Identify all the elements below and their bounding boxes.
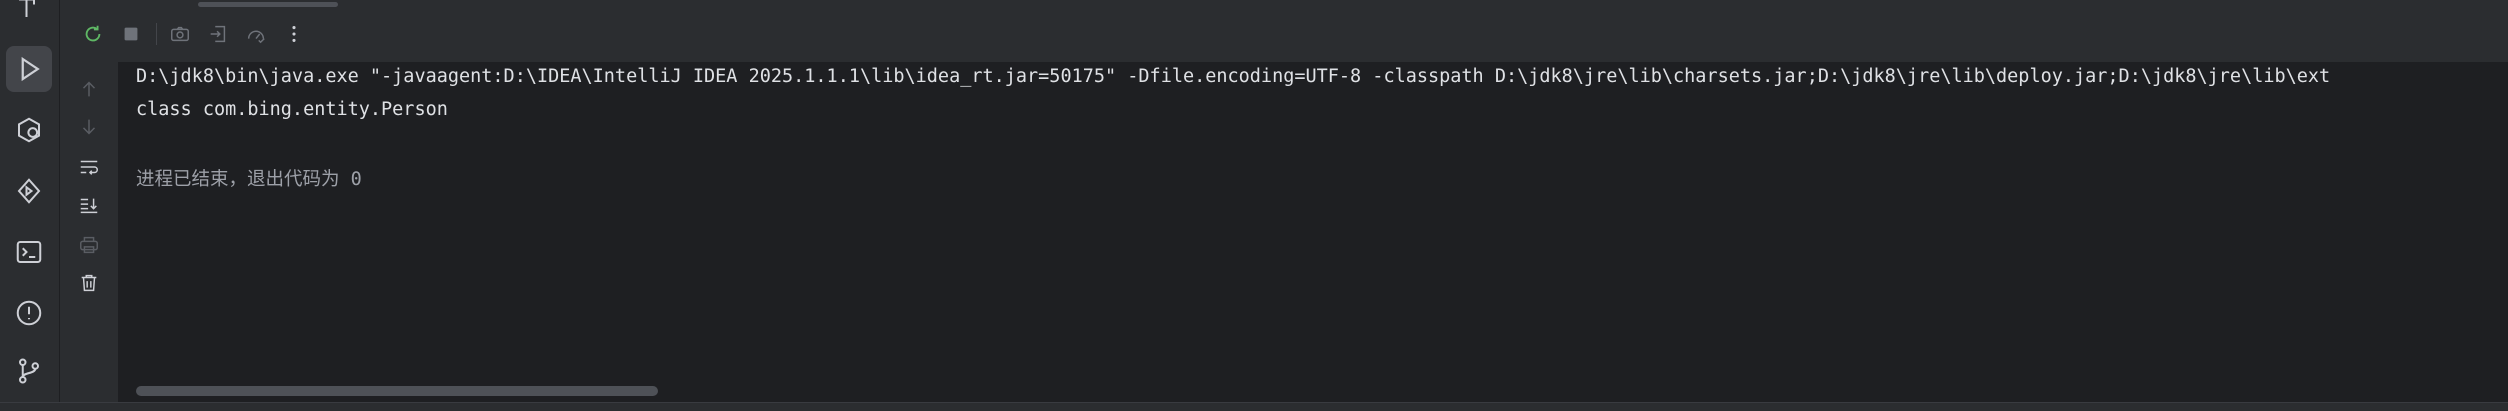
console-output[interactable]: D:\jdk8\bin\java.exe "-javaagent:D:\IDEA… (118, 62, 2508, 402)
screenshot-icon[interactable] (163, 17, 197, 51)
tab-scrollbar[interactable] (198, 2, 338, 7)
endpoints-icon[interactable] (6, 168, 52, 214)
print-icon[interactable] (74, 230, 104, 260)
profiler-icon[interactable] (239, 17, 273, 51)
restore-layout-icon[interactable] (201, 17, 235, 51)
tool-window-strip (0, 0, 60, 410)
services-icon[interactable] (6, 107, 52, 153)
run-tool-window: D:\jdk8\bin\java.exe "-javaagent:D:\IDEA… (60, 0, 2508, 402)
build-icon[interactable] (6, 0, 52, 30)
console-command-line: D:\jdk8\bin\java.exe "-javaagent:D:\IDEA… (136, 66, 2331, 87)
rerun-icon[interactable] (76, 17, 110, 51)
down-arrow-icon[interactable] (74, 112, 104, 142)
horizontal-scrollbar[interactable] (136, 386, 658, 396)
console-side-toolbar (60, 62, 118, 402)
more-icon[interactable] (277, 17, 311, 51)
clear-all-icon[interactable] (74, 268, 104, 298)
scroll-to-end-icon[interactable] (74, 190, 104, 220)
soft-wrap-icon[interactable] (74, 152, 104, 182)
run-toolbar (60, 14, 2508, 54)
problems-icon[interactable] (6, 290, 52, 336)
git-icon[interactable] (6, 348, 52, 394)
stop-icon[interactable] (114, 17, 148, 51)
process-exit-message: 进程已结束，退出代码为 0 (136, 169, 362, 190)
console-output-line: class com.bing.entity.Person (136, 99, 448, 120)
run-icon[interactable] (6, 46, 52, 92)
toolbar-divider (156, 23, 157, 45)
up-arrow-icon[interactable] (74, 74, 104, 104)
terminal-icon[interactable] (6, 229, 52, 275)
